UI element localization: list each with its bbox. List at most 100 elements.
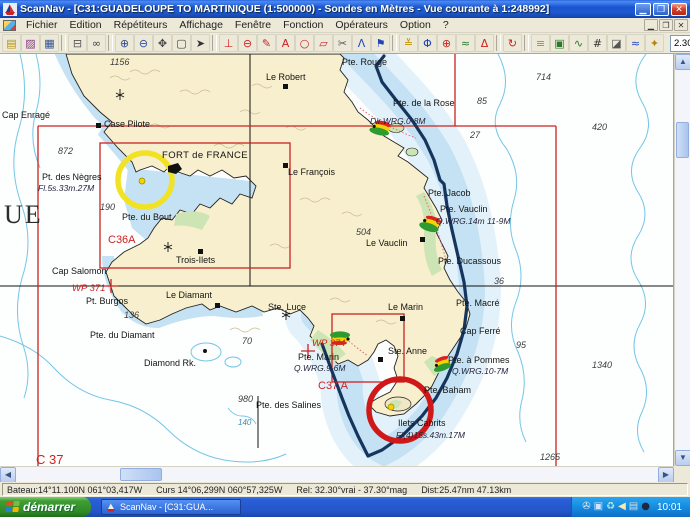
menu-bar-items: FichierEditionRépétiteursAffichageFenêtr… xyxy=(20,18,455,32)
toolbar-separator xyxy=(61,35,66,51)
toolbar-separator xyxy=(392,35,397,51)
horizontal-scrollbar[interactable]: ◀ ▶ xyxy=(0,466,674,482)
status-bar: Bateau:14°11.100N 061°03,417W Curs 14°06… xyxy=(0,482,690,497)
menu-oprateurs[interactable]: Opérateurs xyxy=(329,18,394,32)
menu-?[interactable]: ? xyxy=(437,18,455,32)
print-button[interactable]: ⊟ xyxy=(68,34,87,52)
vertical-scroll-thumb[interactable] xyxy=(676,122,689,158)
menu-edition[interactable]: Edition xyxy=(64,18,108,32)
menu-fonction[interactable]: Fonction xyxy=(277,18,329,32)
app-boat-icon xyxy=(3,3,17,16)
tide-curve-button[interactable]: ≈ xyxy=(626,34,645,52)
toolbar-separator xyxy=(496,35,501,51)
target-button[interactable]: ⊕ xyxy=(437,34,456,52)
status-cursor-position: Curs 14°06,299N 060°57,325W xyxy=(156,485,282,495)
taskbar-item-label: ScanNav - [C31:GUA... xyxy=(120,502,213,512)
light-cabrits xyxy=(388,404,394,410)
scale-value: 2.30 xyxy=(674,38,690,49)
scroll-left-button[interactable]: ◀ xyxy=(0,467,16,483)
windows-logo-icon xyxy=(5,501,20,513)
menu-rptiteurs[interactable]: Répétiteurs xyxy=(108,18,174,32)
tray-volume-icon[interactable]: ◀ xyxy=(618,502,626,512)
refresh-button[interactable]: ↻ xyxy=(503,34,522,52)
status-distance: Dist:25.47nm 47.13km xyxy=(421,485,511,495)
mdi-restore-button[interactable]: ❐ xyxy=(659,19,673,31)
window-title: ScanNav - [C31:GUADELOUPE TO MARTINIQUE … xyxy=(20,3,635,15)
menu-bar: FichierEditionRépétiteursAffichageFenêtr… xyxy=(0,18,690,33)
main-toolbar: ▤▨▦⊟∞⊕⊖✥▢➤⊥⊖✎A○▱✂Λ⚑≚Φ⊕≈Δ↻≡▣∿#◪≈✦ 2.30 ▼ … xyxy=(0,33,690,54)
horizontal-scroll-thumb[interactable] xyxy=(120,468,162,481)
save-button[interactable]: ▦ xyxy=(40,34,59,52)
mdi-minimize-button[interactable]: ▁ xyxy=(644,19,658,31)
title-bar: ScanNav - [C31:GUADELOUPE TO MARTINIQUE … xyxy=(0,0,690,18)
menu-affichage[interactable]: Affichage xyxy=(173,18,229,32)
tray-network-icon[interactable]: ▣ xyxy=(594,502,603,512)
windows-taskbar: démarrer ScanNav - [C31:GUA... ✇ ▣♻◀▤● 10… xyxy=(0,497,690,517)
boat-up-button[interactable]: Δ xyxy=(475,34,494,52)
open-chart-button[interactable]: ▤ xyxy=(2,34,21,52)
scannav-task-icon xyxy=(106,503,116,512)
restore-button[interactable]: ❐ xyxy=(653,3,669,16)
scannav-window: ScanNav - [C31:GUADELOUPE TO MARTINIQUE … xyxy=(0,0,690,517)
scale-combobox[interactable]: 2.30 ▼ xyxy=(670,35,690,52)
tray-update-icon[interactable]: ♻ xyxy=(606,502,615,512)
image-view-button[interactable]: ◪ xyxy=(607,34,626,52)
diamond-rock xyxy=(203,349,207,353)
layers-list-button[interactable]: ≡ xyxy=(531,34,550,52)
menu-fichier[interactable]: Fichier xyxy=(20,18,64,32)
toolbar-separator xyxy=(212,35,217,51)
lambda-tool-button[interactable]: Λ xyxy=(352,34,371,52)
route-tool-button[interactable]: ✎ xyxy=(257,34,276,52)
pan-button[interactable]: ✥ xyxy=(153,34,172,52)
cut-tool-button[interactable]: ✂ xyxy=(333,34,352,52)
mdi-close-button[interactable]: ✕ xyxy=(674,19,688,31)
mdi-child-icon[interactable] xyxy=(3,20,16,31)
tray-gps-icon[interactable]: ● xyxy=(641,502,650,512)
light-negres xyxy=(139,178,145,184)
scroll-right-button[interactable]: ▶ xyxy=(658,467,674,483)
scrollbar-corner xyxy=(674,466,690,482)
status-boat-position: Bateau:14°11.100N 061°03,417W xyxy=(7,485,142,495)
area-tool-button[interactable]: ▱ xyxy=(314,34,333,52)
chart-library-button[interactable]: ▨ xyxy=(21,34,40,52)
follow-boat-button[interactable]: ∞ xyxy=(87,34,106,52)
mark-circle-button[interactable]: ⊖ xyxy=(238,34,257,52)
chart-graphics xyxy=(0,54,674,466)
close-button[interactable]: ✕ xyxy=(671,3,687,16)
select-zone-button[interactable]: ▢ xyxy=(172,34,191,52)
scroll-up-button[interactable]: ▲ xyxy=(675,54,690,70)
text-tool-button[interactable]: A xyxy=(276,34,295,52)
status-panel: Bateau:14°11.100N 061°03,417W Curs 14°06… xyxy=(2,483,688,496)
system-tray: ✇ ▣♻◀▤● 10:01 xyxy=(571,497,690,517)
buoy-tool-button[interactable]: ⊥ xyxy=(219,34,238,52)
pointer-info-button[interactable]: ➤ xyxy=(191,34,210,52)
toolbar-buttons: ▤▨▦⊟∞⊕⊖✥▢➤⊥⊖✎A○▱✂Λ⚑≚Φ⊕≈Δ↻≡▣∿#◪≈✦ xyxy=(2,34,664,52)
taskbar-item-scannav[interactable]: ScanNav - [C31:GUA... xyxy=(101,499,241,515)
minimize-button[interactable]: ▁ xyxy=(635,3,651,16)
grid-button[interactable]: # xyxy=(588,34,607,52)
start-button-label: démarrer xyxy=(23,500,75,514)
ellipse-tool-button[interactable]: ○ xyxy=(295,34,314,52)
toolbar-separator xyxy=(524,35,529,51)
islet-francois-2 xyxy=(406,148,418,156)
tide-gauge-button[interactable]: ≚ xyxy=(399,34,418,52)
vertical-scrollbar[interactable]: ▲ ▼ xyxy=(674,54,690,466)
status-bearing: Rel: 32.30°vrai - 37.30°mag xyxy=(296,485,407,495)
menu-option[interactable]: Option xyxy=(394,18,437,32)
poi-button[interactable]: ✦ xyxy=(645,34,664,52)
flag-tool-button[interactable]: ⚑ xyxy=(371,34,390,52)
info-disc-button[interactable]: Φ xyxy=(418,34,437,52)
tray-display-icon[interactable]: ▤ xyxy=(629,502,638,512)
zoom-in-button[interactable]: ⊕ xyxy=(115,34,134,52)
zoom-out-button[interactable]: ⊖ xyxy=(134,34,153,52)
track-wave-button[interactable]: ≈ xyxy=(456,34,475,52)
taskbar-clock[interactable]: 10:01 xyxy=(657,502,682,513)
chart-preview-button[interactable]: ▣ xyxy=(550,34,569,52)
scroll-down-button[interactable]: ▼ xyxy=(675,450,690,466)
tray-shield-icon[interactable]: ✇ xyxy=(582,502,590,512)
chart-canvas[interactable]: 1156Le RobertPte. Rouge714Pte. de la Ros… xyxy=(0,54,674,466)
menu-fentre[interactable]: Fenêtre xyxy=(229,18,277,32)
toolbar-separator xyxy=(108,35,113,51)
start-button[interactable]: démarrer xyxy=(0,497,91,517)
profile-button[interactable]: ∿ xyxy=(569,34,588,52)
